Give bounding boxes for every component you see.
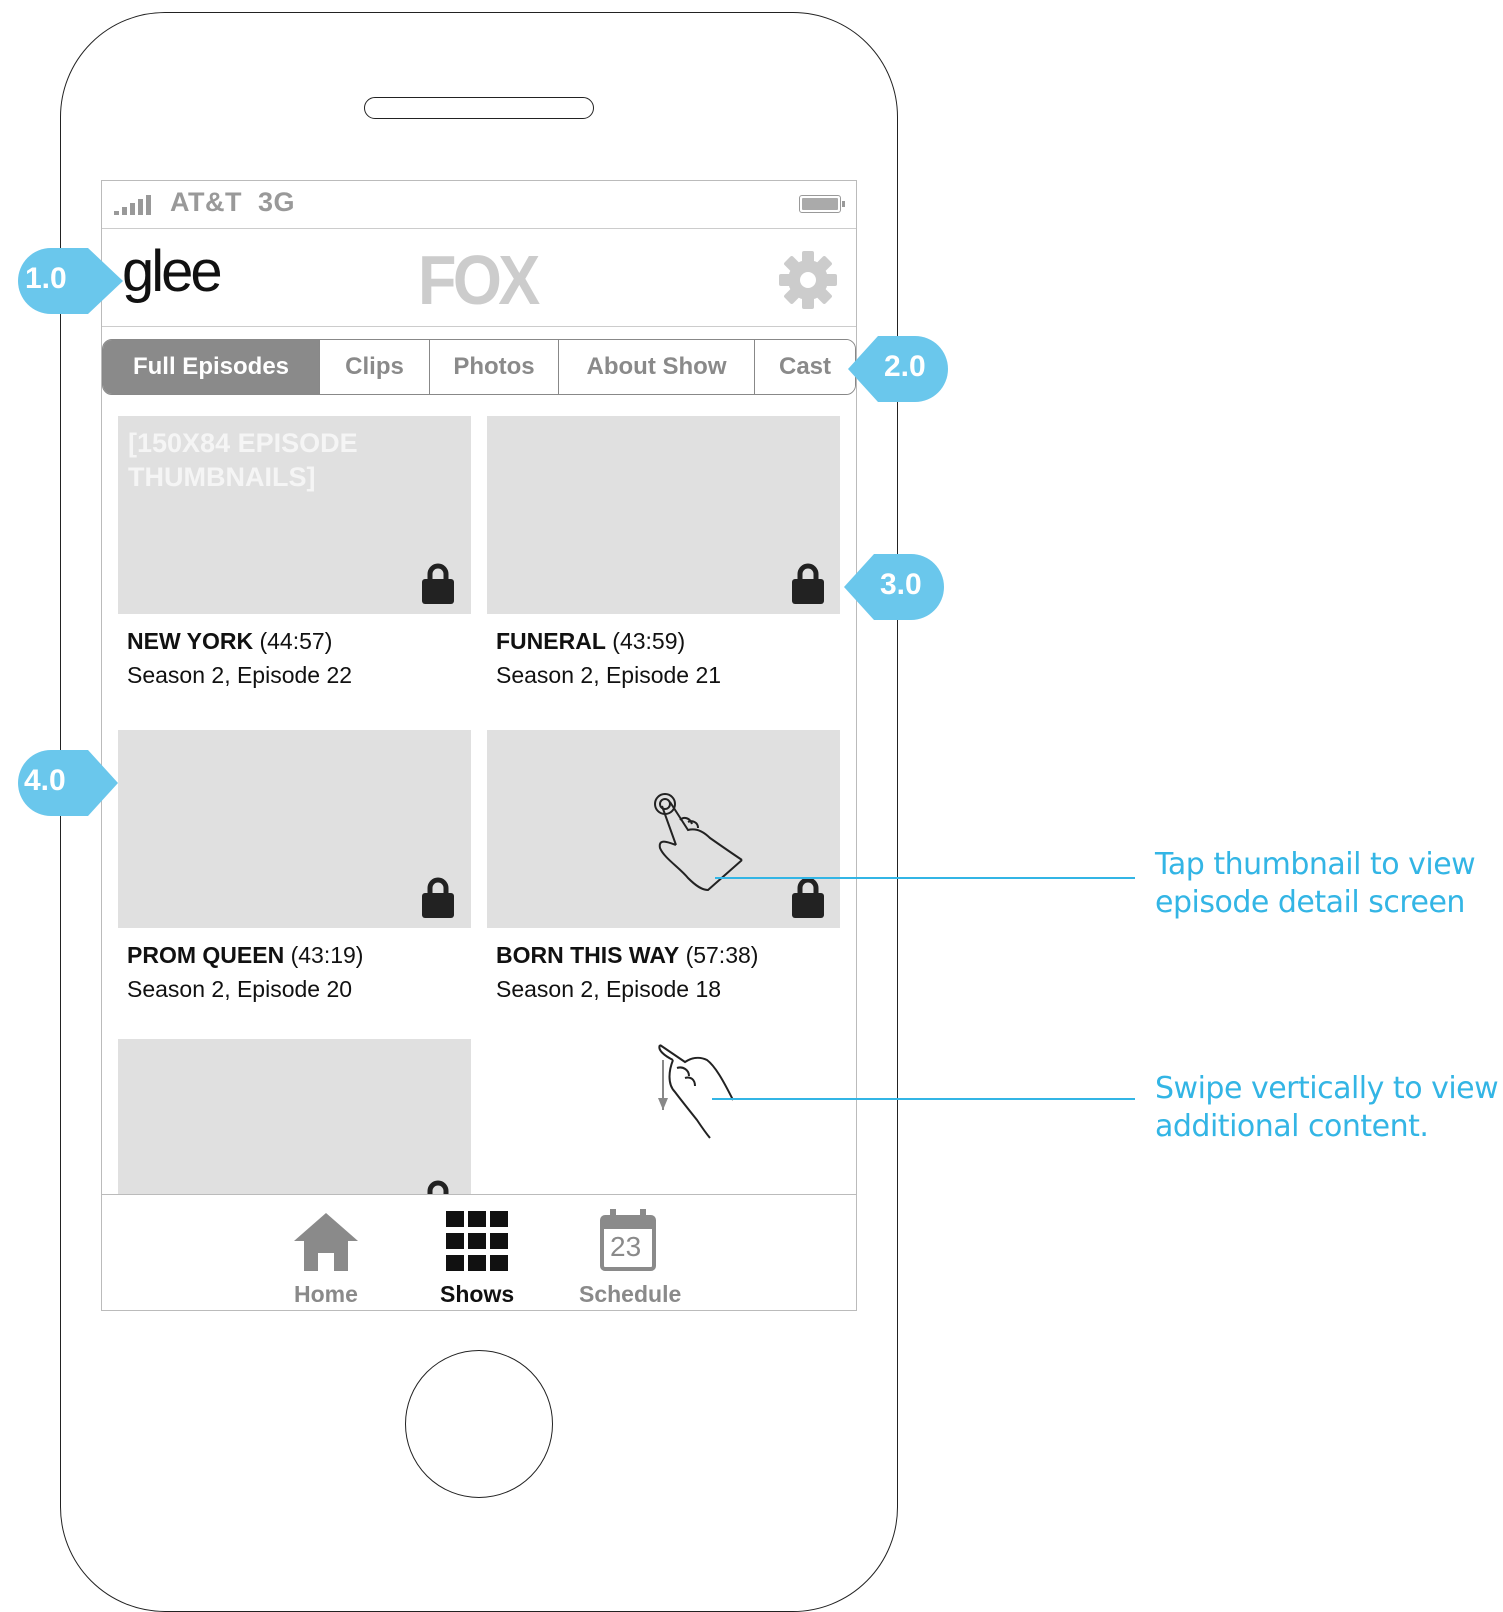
episode-thumbnail[interactable] [118,730,471,928]
tabbar-label: Shows [440,1281,515,1307]
annotation-badge-1: 1.0 [18,248,128,314]
annotation-badge-2: 2.0 [848,336,948,402]
note-line: Tap thumbnail to view [1155,847,1476,882]
annotation-note-tap: Tap thumbnail to view episode detail scr… [1155,846,1476,922]
phone-speaker [364,97,594,119]
signal-strength-icon [114,195,151,215]
thumbnail-placeholder-text: [150X84 EPISODE THUMBNAILS] [128,428,358,492]
tab-cast[interactable]: Cast [754,340,855,394]
annotation-badge-3: 3.0 [844,554,944,620]
tab-full-episodes[interactable]: Full Episodes [103,340,319,394]
gear-icon[interactable] [778,250,838,310]
episode-name: BORN THIS WAY [496,942,680,968]
annotation-note-swipe: Swipe vertically to view additional cont… [1155,1070,1499,1146]
episode-thumbnail[interactable] [487,416,840,614]
annotation-badge-4: 4.0 [18,750,118,816]
app-header: glee FOX [102,228,856,327]
episode-subtitle: Season 2, Episode 18 [496,976,722,1002]
bottom-tab-bar: Home Shows 23 Schedule [102,1194,856,1310]
tabbar-item-schedule[interactable]: 23 Schedule [572,1195,692,1310]
tab-about-show[interactable]: About Show [558,340,754,394]
episode-title: BORN THIS WAY (57:38) [496,942,758,969]
swipe-hand-icon [658,1044,734,1139]
episode-thumbnail[interactable]: [150X84 EPISODE THUMBNAILS] [118,416,471,614]
lock-icon [422,877,454,918]
tab-clips[interactable]: Clips [319,340,429,394]
calendar-day: 23 [610,1231,642,1262]
episode-title: NEW YORK (44:57) [127,628,332,655]
episode-name: FUNERAL [496,628,606,654]
episode-name: NEW YORK [127,628,254,654]
note-line: Swipe vertically to view [1155,1071,1499,1106]
episode-duration: (43:59) [612,628,686,654]
calendar-icon: 23 [600,1209,656,1271]
status-bar: AT&T 3G [102,181,856,229]
app-screen: AT&T 3G glee FOX Full Episodes Clips Pho… [101,180,857,1311]
network-type: 3G [258,187,296,217]
note-line: episode detail screen [1155,885,1465,920]
episode-duration: (57:38) [685,942,759,968]
tabbar-label: Schedule [579,1281,682,1307]
glee-logo[interactable]: glee [122,238,223,305]
episode-subtitle: Season 2, Episode 21 [496,662,722,688]
episode-title: FUNERAL (43:59) [496,628,685,655]
lock-icon [792,563,824,604]
carrier-name: AT&T [170,187,242,217]
tab-photos[interactable]: Photos [429,340,558,394]
episode-duration: (44:57) [259,628,333,654]
episode-subtitle: Season 2, Episode 22 [127,662,353,688]
phone-home-button[interactable] [405,1350,553,1498]
episode-name: PROM QUEEN [127,942,285,968]
note-line: additional content. [1155,1109,1429,1144]
lock-icon [792,877,824,918]
tabbar-label: Home [294,1281,358,1307]
carrier-label: AT&T 3G [170,187,295,218]
episode-subtitle: Season 2, Episode 20 [127,976,353,1002]
grid-icon [446,1211,508,1271]
episode-title: PROM QUEEN (43:19) [127,942,363,969]
tabbar-item-home[interactable]: Home [282,1195,392,1310]
tabbar-item-shows[interactable]: Shows [432,1195,542,1310]
battery-icon [799,195,845,213]
annotation-leader-line [712,1098,1135,1100]
annotation-leader-line [715,877,1135,879]
episode-duration: (43:19) [290,942,364,968]
home-icon [294,1213,358,1271]
tap-hand-icon [654,793,743,892]
lock-icon [422,563,454,604]
fox-logo: FOX [418,241,540,319]
section-tabs: Full Episodes Clips Photos About Show Ca… [102,339,856,395]
